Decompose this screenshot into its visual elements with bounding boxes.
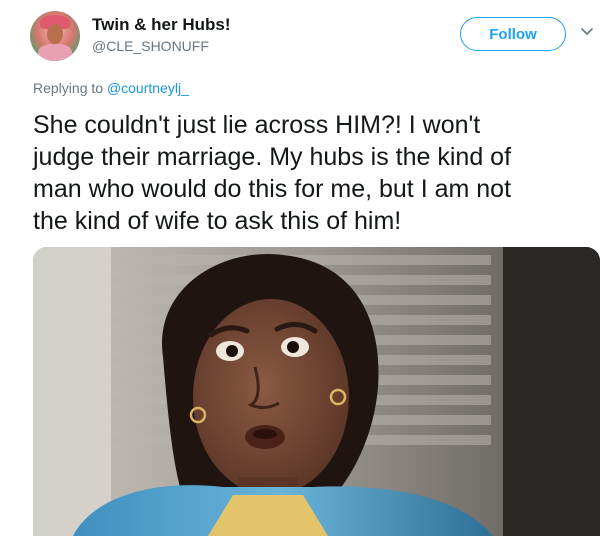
tweet-text-line: She couldn't just lie across HIM?! I won… (33, 111, 481, 139)
tweet-media-image[interactable] (33, 247, 600, 536)
tweet-text-line: judge their marriage. My hubs is the kin… (33, 143, 512, 171)
woman-reaction-image (33, 247, 600, 536)
author-handle[interactable]: @CLE_SHONUFF (92, 38, 209, 54)
follow-button[interactable]: Follow (460, 17, 566, 51)
replying-to-line: Replying to @courtneylj_ (33, 80, 189, 96)
tweet-text-line: man who would do this for me, but I am n… (33, 175, 512, 203)
chevron-down-icon[interactable] (580, 25, 594, 39)
avatar-dress (38, 44, 72, 61)
tweet-text: She couldn't just lie across HIM?! I won… (33, 109, 593, 237)
avatar-face (47, 24, 63, 44)
profile-avatar[interactable] (30, 11, 80, 61)
replying-to-label: Replying to (33, 80, 107, 96)
tweet-text-line: the kind of wife to ask this of him! (33, 207, 402, 235)
author-display-name[interactable]: Twin & her Hubs! (92, 15, 231, 35)
reply-mention-link[interactable]: @courtneylj_ (107, 80, 189, 96)
